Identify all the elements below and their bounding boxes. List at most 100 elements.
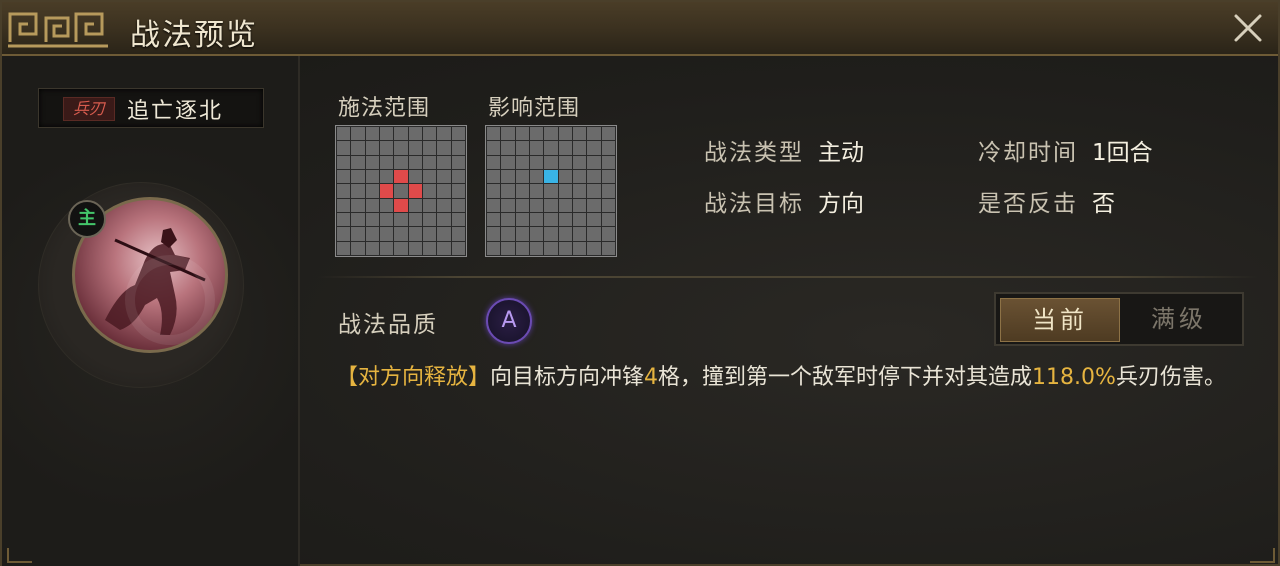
grid-cell (501, 169, 515, 184)
grid-cell (379, 155, 394, 169)
grid-cell (365, 241, 379, 255)
grid-cell (558, 127, 572, 141)
cast-range-grid (335, 125, 467, 257)
tab-max-level[interactable]: 满级 (1120, 298, 1238, 340)
grid-cell (601, 155, 615, 169)
grid-cell (572, 241, 587, 255)
grid-cell (365, 127, 379, 141)
grid-cell (394, 155, 408, 169)
grid-cell (587, 198, 601, 212)
grid-cell (544, 141, 558, 155)
grid-cell-highlighted (394, 169, 408, 184)
grid-cell (487, 241, 501, 255)
grid-cell (558, 169, 572, 184)
grid-cell (544, 212, 558, 227)
grid-cell (544, 127, 558, 141)
grid-cell (365, 141, 379, 155)
grid-cell-highlighted (544, 169, 558, 184)
grid-cell (351, 212, 365, 227)
grid-cell (558, 212, 572, 227)
grid-cell (351, 141, 365, 155)
grid-cell (451, 198, 465, 212)
grid-cell (365, 227, 379, 241)
grid-cell (572, 184, 587, 198)
effect-range-grid (485, 125, 617, 257)
close-icon[interactable] (1232, 12, 1264, 44)
grid-cell (437, 184, 451, 198)
grid-cell (337, 155, 351, 169)
grid-cell (572, 141, 587, 155)
grid-cell (501, 212, 515, 227)
grid-cell (408, 127, 422, 141)
grid-cell (394, 212, 408, 227)
corner-ornament-icon (7, 548, 32, 563)
skill-preview-window: 战法预览 兵刃 追亡逐北 主 施法范围 影响范围 战法类型 主动 冷却时间 1回合 (0, 0, 1280, 566)
grid-cell (529, 212, 544, 227)
grid-cell (501, 155, 515, 169)
quality-grade-badge: A (486, 298, 532, 344)
attr-type: 战法类型 主动 (704, 133, 864, 167)
grid-cell (601, 184, 615, 198)
grid-cell (365, 212, 379, 227)
grid-cell (394, 241, 408, 255)
tab-current[interactable]: 当前 (1000, 298, 1120, 342)
quality-label: 战法品质 (338, 312, 438, 338)
grid-cell (451, 227, 465, 241)
main-skill-badge: 主 (68, 200, 106, 238)
grid-cell (408, 212, 422, 227)
description-part1: 向目标方向冲锋 (490, 365, 645, 390)
grid-cell (501, 184, 515, 198)
grid-cell (351, 241, 365, 255)
grid-cell (422, 155, 437, 169)
grid-cell (601, 169, 615, 184)
grid-cell (558, 227, 572, 241)
grid-cell (379, 227, 394, 241)
grid-cell (601, 241, 615, 255)
grid-cell (587, 155, 601, 169)
grid-cell (337, 184, 351, 198)
grid-cell (601, 212, 615, 227)
grid-cell (544, 155, 558, 169)
grid-cell (351, 184, 365, 198)
level-toggle: 当前 满级 (994, 292, 1244, 346)
close-button[interactable] (1232, 12, 1264, 44)
attr-cooldown-value: 1回合 (1092, 140, 1153, 166)
grid-cell (437, 241, 451, 255)
title-ornament-icon (6, 8, 110, 48)
grid-cell (451, 169, 465, 184)
description-num1: 4 (644, 365, 659, 390)
grid-cell (558, 141, 572, 155)
grid-cell (337, 127, 351, 141)
grid-cell (365, 184, 379, 198)
grid-cell (587, 227, 601, 241)
grid-cell (587, 212, 601, 227)
grid-cell (437, 198, 451, 212)
grid-cell (437, 227, 451, 241)
attr-cooldown-key: 冷却时间 (978, 140, 1078, 166)
grid-cell (487, 184, 501, 198)
grid-cell (351, 198, 365, 212)
grid-cell (394, 141, 408, 155)
grid-cell (587, 127, 601, 141)
grid-cell (394, 184, 408, 198)
grid-cell (515, 184, 529, 198)
attr-type-value: 主动 (818, 140, 864, 166)
grid-cell (337, 212, 351, 227)
grid-cell (337, 227, 351, 241)
grid-cell (515, 227, 529, 241)
grid-cell (437, 127, 451, 141)
grid-cell (451, 141, 465, 155)
grid-cell (572, 212, 587, 227)
grid-cell (422, 241, 437, 255)
grid-cell-highlighted (379, 184, 394, 198)
cast-range-label: 施法范围 (338, 96, 431, 121)
grid-cell (572, 155, 587, 169)
grid-cell (337, 198, 351, 212)
description-num2: 118.0% (1032, 365, 1116, 390)
grid-cell (515, 212, 529, 227)
grid-cell (529, 141, 544, 155)
grid-cell (437, 212, 451, 227)
grid-cell (422, 227, 437, 241)
attr-target-value: 方向 (818, 191, 864, 217)
grid-cell (422, 212, 437, 227)
